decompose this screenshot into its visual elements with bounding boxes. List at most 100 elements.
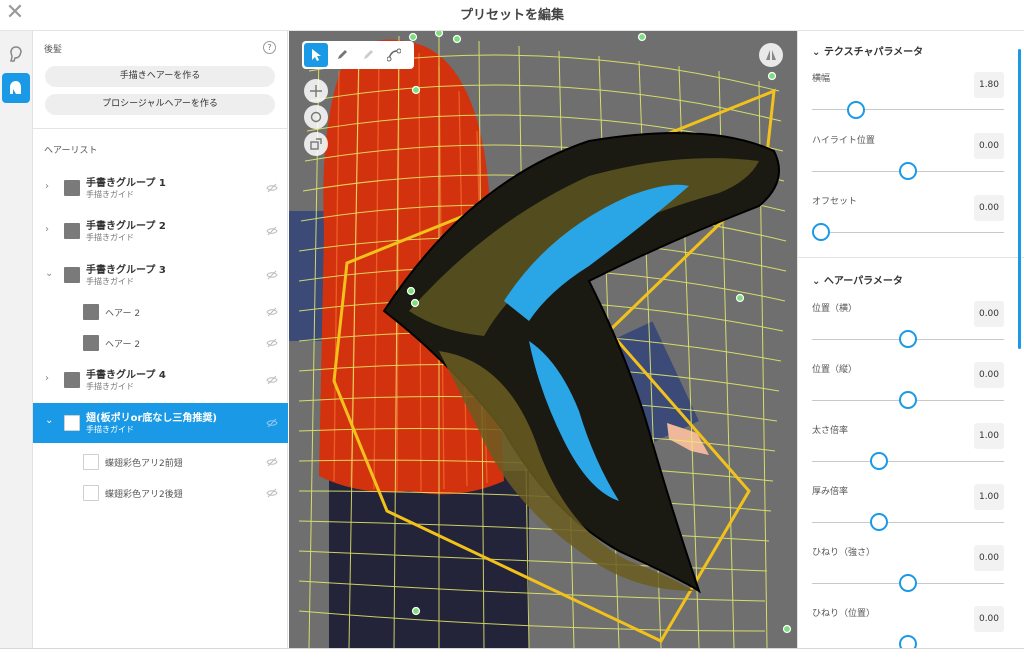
hair-params-header[interactable]: ⌄ ヘアーパラメータ [812, 272, 903, 287]
slider-knob[interactable] [870, 513, 888, 531]
color-swatch [83, 485, 99, 501]
list-item-forewing[interactable]: 蝶翅彩色アリ2前翅 [33, 446, 288, 478]
color-swatch [64, 415, 80, 431]
slider-knob[interactable] [870, 452, 888, 470]
list-item-hair[interactable]: ヘアー 2 [33, 327, 288, 359]
scale-icon[interactable] [304, 132, 328, 156]
curve-edit-icon[interactable] [382, 43, 406, 67]
chevron-down-icon[interactable]: ⌄ [45, 268, 53, 279]
visibility-off-icon[interactable] [266, 270, 278, 280]
color-swatch [83, 454, 99, 470]
chevron-down-icon[interactable]: ⌄ [45, 415, 53, 426]
item-name: 手書きグループ 2 [86, 221, 166, 232]
divider [798, 257, 1024, 258]
visibility-off-icon[interactable] [266, 418, 278, 428]
scrollbar[interactable] [1018, 49, 1021, 349]
visibility-off-icon[interactable] [266, 307, 278, 317]
rotate-icon[interactable] [304, 105, 328, 129]
visibility-off-icon[interactable] [266, 183, 278, 193]
slider-track[interactable] [812, 109, 1004, 110]
slider-track[interactable] [812, 461, 1004, 462]
window-title: プリセットを編集 [459, 8, 564, 23]
chevron-right-icon[interactable]: › [45, 181, 49, 192]
visibility-off-icon[interactable] [266, 226, 278, 236]
create-handdrawn-hair-button[interactable]: 手描きヘアーを作る [45, 66, 275, 87]
chevron-right-icon[interactable]: › [45, 373, 49, 384]
hair-head-icon[interactable] [2, 39, 30, 69]
eraser-icon[interactable] [356, 43, 380, 67]
item-type: 手描きガイド [86, 277, 134, 286]
item-name: ヘアー 2 [105, 340, 141, 350]
item-name: 翅(板ポリor底なし三角推奨) [86, 413, 217, 424]
item-type: 手描きガイド [86, 382, 134, 391]
param-value-input[interactable]: 1.80 [974, 72, 1004, 98]
color-swatch [64, 180, 80, 196]
select-arrow-icon[interactable] [304, 43, 328, 67]
create-procedural-hair-button[interactable]: プロシージャルヘアーを作る [45, 94, 275, 115]
3d-viewport[interactable] [289, 31, 797, 648]
item-name: 手書きグループ 1 [86, 178, 166, 189]
list-item-group-3[interactable]: ⌄ 手書きグループ 3 手描きガイド [33, 256, 288, 294]
divider [33, 128, 288, 129]
param-value-input[interactable]: 0.00 [974, 362, 1004, 388]
item-name: 手書きグループ 4 [86, 370, 166, 381]
param-value-input[interactable]: 0.00 [974, 195, 1004, 221]
param-label: 位置（横） [812, 304, 858, 314]
list-item-group-1[interactable]: › 手書きグループ 1 手描きガイド [33, 169, 288, 207]
slider-knob[interactable] [899, 635, 917, 648]
list-item-group-2[interactable]: › 手書きグループ 2 手描きガイド [33, 212, 288, 250]
item-type: 手描きガイド [86, 190, 134, 199]
list-item-wing-group[interactable]: ⌄ 翅(板ポリor底なし三角推奨) 手描きガイド [33, 403, 288, 443]
slider-knob[interactable] [812, 223, 830, 241]
slider-knob[interactable] [899, 330, 917, 348]
param-value-input[interactable]: 0.00 [974, 301, 1004, 327]
param-value-input[interactable]: 0.00 [974, 606, 1004, 632]
title-bar: ✕ プリセットを編集 [0, 0, 1024, 31]
item-name: 蝶翅彩色アリ2前翅 [105, 459, 183, 469]
visibility-off-icon[interactable] [266, 375, 278, 385]
slider-knob[interactable] [899, 391, 917, 409]
visibility-off-icon[interactable] [266, 457, 278, 467]
param-value-input[interactable]: 1.00 [974, 423, 1004, 449]
mirror-icon[interactable] [759, 43, 783, 67]
color-swatch [83, 304, 99, 320]
param-label: ひねり（強さ） [812, 548, 876, 558]
pen-icon[interactable] [330, 43, 354, 67]
list-item-hindwing[interactable]: 蝶翅彩色アリ2後翅 [33, 477, 288, 509]
param-value-input[interactable]: 1.00 [974, 484, 1004, 510]
list-item-group-4[interactable]: › 手書きグループ 4 手描きガイド [33, 361, 288, 399]
item-name: 蝶翅彩色アリ2後翅 [105, 490, 183, 500]
mode-rail [0, 31, 33, 648]
visibility-off-icon[interactable] [266, 338, 278, 348]
texture-params-header[interactable]: ⌄ テクスチャパラメータ [812, 43, 923, 58]
texture-params-title: テクスチャパラメータ [823, 47, 924, 58]
param-label: ひねり（位置） [812, 609, 876, 619]
item-type: 手描きガイド [86, 233, 134, 242]
param-label: オフセット [812, 197, 858, 207]
section-title: 後髪 [44, 45, 63, 55]
item-type: 手描きガイド [86, 425, 134, 434]
item-name: ヘアー 2 [105, 309, 141, 319]
slider-knob[interactable] [899, 162, 917, 180]
background-page-strip [0, 648, 1024, 657]
move-icon[interactable] [304, 79, 328, 103]
color-swatch [64, 372, 80, 388]
hair-preset-icon[interactable] [2, 73, 30, 103]
color-swatch [64, 267, 80, 283]
tool-palette [302, 41, 414, 69]
slider-knob[interactable] [847, 101, 865, 119]
param-value-input[interactable]: 0.00 [974, 133, 1004, 159]
chevron-right-icon[interactable]: › [45, 224, 49, 235]
param-value-input[interactable]: 0.00 [974, 545, 1004, 571]
visibility-off-icon[interactable] [266, 488, 278, 498]
scene-render [289, 31, 792, 648]
slider-track[interactable] [812, 232, 1004, 233]
hair-params-title: ヘアーパラメータ [823, 276, 903, 287]
parameters-panel: ⌄ テクスチャパラメータ 横幅 1.80 ハイライト位置 0.00 オフセット … [797, 31, 1024, 648]
slider-track[interactable] [812, 522, 1004, 523]
slider-knob[interactable] [899, 574, 917, 592]
help-icon[interactable]: ? [263, 41, 276, 54]
param-label: 位置（縦） [812, 365, 858, 375]
param-label: 太さ倍率 [812, 426, 849, 436]
list-item-hair[interactable]: ヘアー 2 [33, 296, 288, 328]
